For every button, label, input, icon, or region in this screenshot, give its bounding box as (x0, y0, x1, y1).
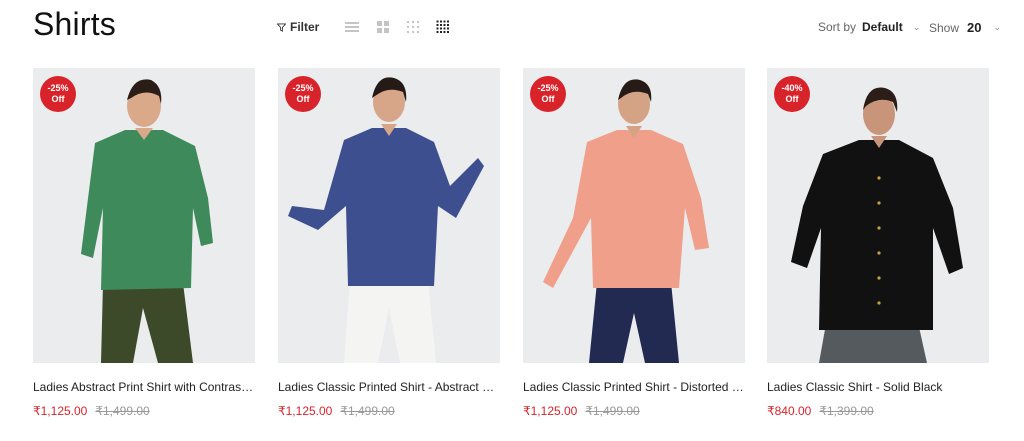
sale-price: ₹1,125.00 (33, 404, 88, 418)
product-image[interactable]: -25% Off (278, 68, 500, 363)
model-photo (523, 68, 745, 363)
model-photo (767, 68, 989, 363)
product-image[interactable]: -25% Off (33, 68, 255, 363)
list-view-icon[interactable] (345, 20, 359, 34)
product-name[interactable]: Ladies Classic Printed Shirt - Distorted… (523, 380, 745, 394)
filter-button[interactable]: Filter (277, 20, 319, 34)
product-name[interactable]: Ladies Classic Shirt - Solid Black (767, 380, 989, 394)
original-price: ₹1,399.00 (819, 404, 874, 418)
chevron-down-icon: ⌄ (912, 21, 921, 32)
product-card[interactable]: -40% Off Ladies Classic Shirt - Solid Bl… (767, 68, 989, 418)
product-price: ₹840.00 ₹1,399.00 (767, 404, 989, 418)
grid-3-icon[interactable] (406, 20, 420, 34)
product-price: ₹1,125.00 ₹1,499.00 (523, 404, 745, 418)
product-price: ₹1,125.00 ₹1,499.00 (33, 404, 255, 418)
sort-label: Sort by (818, 20, 857, 34)
discount-badge: -25% Off (530, 76, 566, 112)
page-title: Shirts (33, 6, 116, 42)
discount-badge: -25% Off (285, 76, 321, 112)
show-count-dropdown[interactable]: Show 20 ⌄ (929, 20, 1001, 35)
product-card[interactable]: -25% Off Ladies Classic Printed Shirt - … (278, 68, 500, 418)
product-name[interactable]: Ladies Abstract Print Shirt with Contras… (33, 380, 255, 394)
model-photo (33, 68, 255, 363)
sale-price: ₹1,125.00 (523, 404, 578, 418)
sort-dropdown[interactable]: Sort by Default ⌄ (818, 20, 920, 34)
show-label: Show (929, 20, 960, 35)
filter-label: Filter (290, 20, 320, 34)
product-price: ₹1,125.00 ₹1,499.00 (278, 404, 500, 418)
discount-badge: -25% Off (40, 76, 76, 112)
product-card[interactable]: -25% Off Ladies Abstract Print Shirt wit… (33, 68, 255, 418)
show-value: 20 (967, 20, 982, 35)
original-price: ₹1,499.00 (585, 404, 640, 418)
product-image[interactable]: -40% Off (767, 68, 989, 363)
product-name[interactable]: Ladies Classic Printed Shirt - Abstract … (278, 380, 500, 394)
filter-icon (277, 22, 286, 32)
original-price: ₹1,499.00 (340, 404, 395, 418)
sale-price: ₹1,125.00 (278, 404, 333, 418)
grid-4-icon[interactable] (436, 20, 450, 34)
product-image[interactable]: -25% Off (523, 68, 745, 363)
original-price: ₹1,499.00 (95, 404, 150, 418)
sort-value: Default (862, 20, 903, 34)
model-photo (278, 68, 500, 363)
discount-badge: -40% Off (774, 76, 810, 112)
chevron-down-icon: ⌄ (993, 22, 1002, 32)
product-card[interactable]: -25% Off Ladies Classic Printed Shirt - … (523, 68, 745, 418)
sale-price: ₹840.00 (767, 404, 812, 418)
grid-2-icon[interactable] (376, 20, 390, 34)
product-grid: -25% Off Ladies Abstract Print Shirt wit… (33, 68, 989, 441)
